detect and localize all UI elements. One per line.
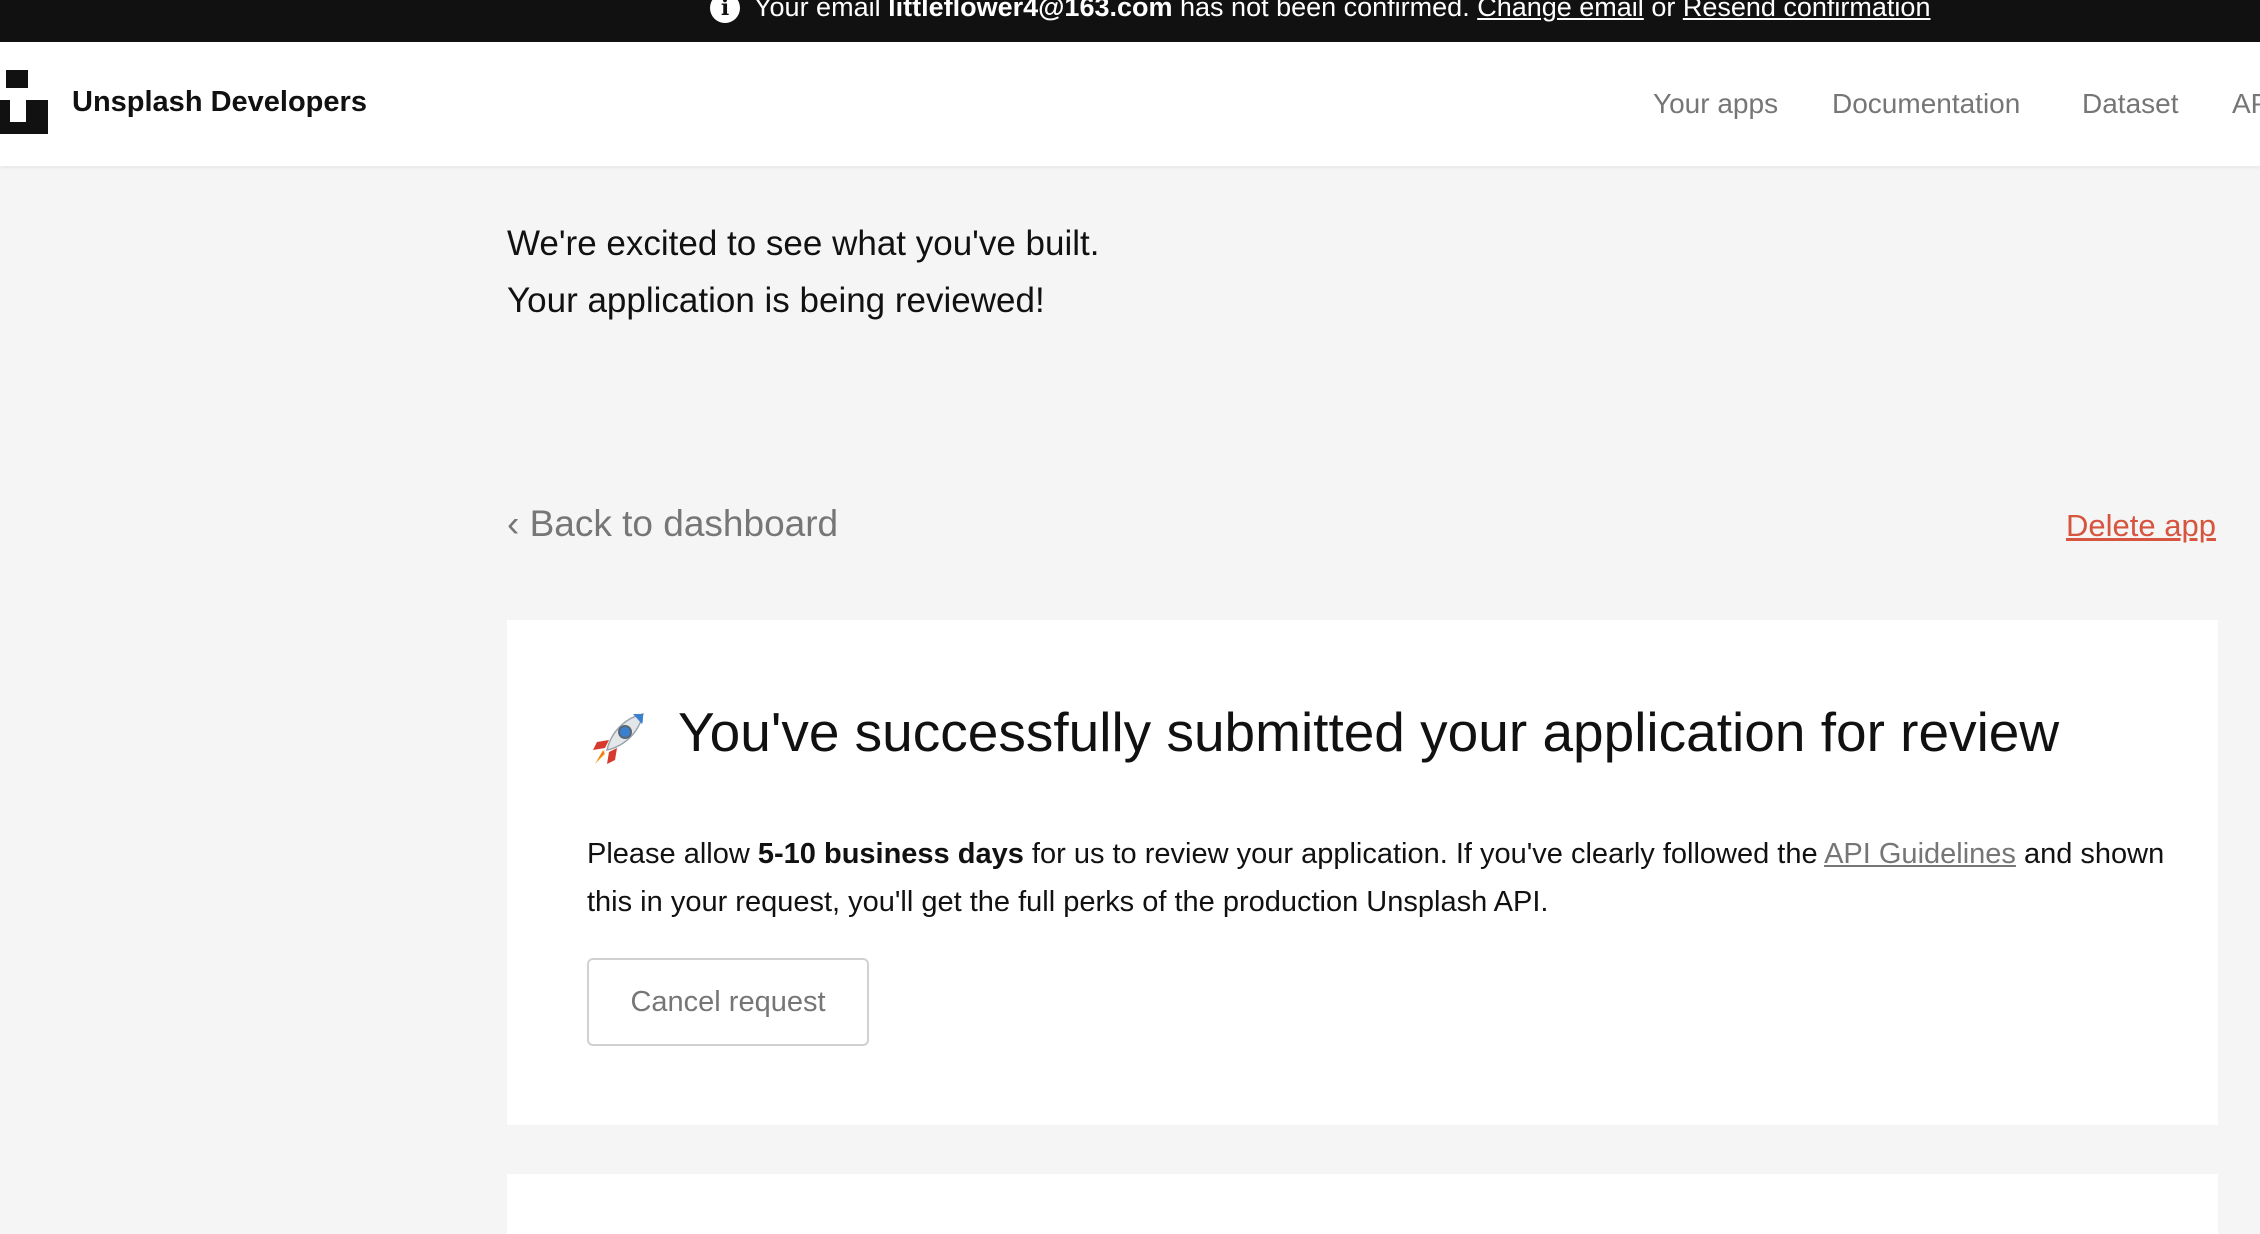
- intro-line-2: Your application is being reviewed!: [507, 281, 1045, 320]
- banner-prefix: Your email: [754, 0, 889, 22]
- body-pre: Please allow: [587, 838, 758, 870]
- info-icon: i: [710, 0, 740, 23]
- banner-content: i Your email littleflower4@163.com has n…: [710, 0, 1930, 23]
- cancel-request-button[interactable]: Cancel request: [587, 958, 869, 1046]
- nav-api[interactable]: API: [2232, 88, 2260, 120]
- body-mid: for us to review your application. If yo…: [1023, 838, 1825, 870]
- unsplash-logo-icon[interactable]: [0, 70, 48, 134]
- next-card: [507, 1174, 2218, 1234]
- review-intro: We're excited to see what you've built. …: [507, 215, 1099, 329]
- intro-line-1: We're excited to see what you've built.: [507, 224, 1100, 263]
- nav-documentation[interactable]: Documentation: [1832, 88, 2020, 120]
- banner-email: littleflower4@163.com: [888, 0, 1173, 22]
- nav-dataset[interactable]: Dataset: [2082, 88, 2179, 120]
- site-header: Unsplash Developers Your apps Documentat…: [0, 42, 2260, 166]
- api-guidelines-link[interactable]: API Guidelines: [1824, 838, 2016, 870]
- rocket-icon: [593, 713, 644, 764]
- card-body-text: Please allow 5-10 business days for us t…: [587, 830, 2187, 926]
- nav-your-apps[interactable]: Your apps: [1653, 88, 1778, 120]
- banner-or: or: [1643, 0, 1683, 22]
- body-bold: 5-10 business days: [757, 838, 1024, 870]
- submission-card: You've successfully submitted your appli…: [507, 620, 2218, 1125]
- change-email-link[interactable]: Change email: [1477, 0, 1644, 23]
- email-confirmation-banner: i Your email littleflower4@163.com has n…: [0, 0, 2260, 42]
- delete-app-link[interactable]: Delete app: [2066, 508, 2216, 544]
- card-title: You've successfully submitted your appli…: [678, 701, 2060, 763]
- back-to-dashboard-link[interactable]: ‹ Back to dashboard: [507, 503, 838, 545]
- resend-confirmation-link[interactable]: Resend confirmation: [1683, 0, 1931, 23]
- banner-middle: has not been confirmed.: [1172, 0, 1478, 22]
- brand-title[interactable]: Unsplash Developers: [72, 86, 367, 119]
